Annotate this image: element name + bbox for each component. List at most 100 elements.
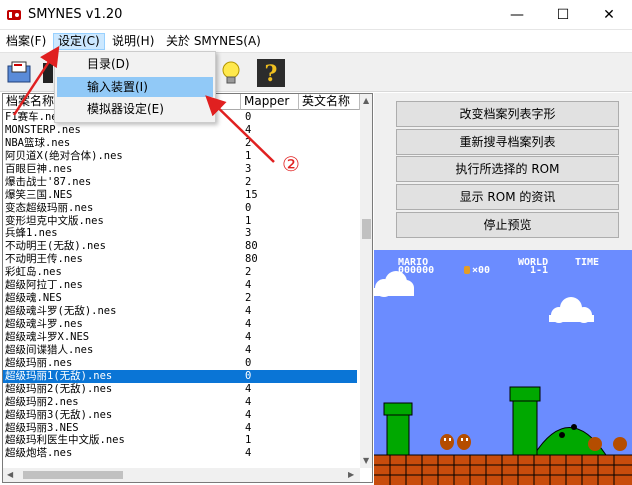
- column-header-mapper[interactable]: Mapper: [241, 94, 299, 110]
- rom-filename: 变形坦克中文版.nes: [5, 214, 104, 227]
- table-row[interactable]: 超级玛利医生中文版.nes 1: [3, 434, 357, 447]
- rom-filename: 超级间谍猎人.nes: [5, 343, 94, 356]
- table-row[interactable]: 百眼巨神.nes 3: [3, 163, 357, 176]
- table-row[interactable]: 超级炮塔.nes 4: [3, 447, 357, 460]
- table-row[interactable]: 兵蜂1.nes 3: [3, 227, 357, 240]
- table-row[interactable]: 超级玛丽1(无敌).nes 0: [3, 369, 357, 383]
- rom-mapper: 2: [245, 292, 252, 305]
- menu-settings[interactable]: 设定(C): [53, 33, 105, 50]
- table-row[interactable]: 爆击战士'87.nes 2: [3, 176, 357, 189]
- maximize-button[interactable]: ☐: [540, 0, 586, 30]
- rom-mapper: 0: [245, 201, 252, 214]
- rom-filename: 百眼巨神.nes: [5, 162, 73, 175]
- column-header-english-name[interactable]: 英文名称: [299, 94, 360, 110]
- vertical-scrollbar[interactable]: ▲ ▼: [360, 94, 372, 468]
- table-row[interactable]: 超级魂斗罗.nes 4: [3, 318, 357, 331]
- close-button[interactable]: ✕: [586, 0, 632, 30]
- rom-filename: 变态超级玛丽.nes: [5, 201, 94, 214]
- lightbulb-icon[interactable]: [216, 58, 246, 88]
- rom-filename: 超级魂斗罗X.NES: [5, 330, 90, 343]
- rom-mapper: 4: [245, 305, 252, 318]
- menu-bar: 档案(F) 设定(C) 说明(H) 关於 SMYNES(A): [0, 30, 632, 52]
- rom-mapper: 2: [245, 266, 252, 279]
- rom-mapper: 0: [245, 356, 252, 369]
- rom-mapper: 4: [245, 343, 252, 356]
- table-row[interactable]: NBA篮球.nes 2: [3, 137, 357, 150]
- rescan-list-button[interactable]: 重新搜寻档案列表: [396, 129, 619, 155]
- rom-filename: 超级魂斗罗.nes: [5, 318, 83, 330]
- rom-filename: 超级魂斗罗(无敌).nes: [5, 305, 117, 318]
- table-row[interactable]: 超级阿拉丁.nes 4: [3, 279, 357, 292]
- game-preview: MARIO 000000 ×00 WORLD 1-1 TIME: [374, 250, 632, 485]
- table-row[interactable]: 超级玛丽.nes 0: [3, 357, 357, 370]
- table-row[interactable]: 超级玛丽2.nes 4: [3, 396, 357, 409]
- rom-mapper: 1: [245, 434, 252, 447]
- scroll-down-arrow-icon[interactable]: ▼: [363, 456, 369, 465]
- rom-filename: 超级阿拉丁.nes: [5, 279, 83, 292]
- menu-item-directory[interactable]: 目录(D): [57, 54, 213, 74]
- rom-filename: 超级炮塔.nes: [5, 447, 73, 460]
- table-row[interactable]: 变形坦克中文版.nes 1: [3, 215, 357, 228]
- rom-mapper: 80: [245, 253, 258, 266]
- rom-list-panel: 档案名称 Mapper 英文名称 F1赛车.nes 0 MONSTERP.nes 4 N…: [2, 93, 373, 483]
- rom-filename: 爆击战士'87.nes: [5, 175, 92, 188]
- rom-filename: 兵蜂1.nes: [5, 227, 58, 240]
- table-row[interactable]: 不动明王(无敌).nes 80: [3, 240, 357, 253]
- rom-mapper: 4: [245, 330, 252, 343]
- rom-filename: 不动明王(无敌).nes: [5, 240, 106, 253]
- rom-mapper: 15: [245, 188, 258, 201]
- stop-preview-button[interactable]: 停止预览: [396, 212, 619, 238]
- table-row[interactable]: 超级魂斗罗X.NES 4: [3, 331, 357, 344]
- open-rom-icon[interactable]: [5, 58, 35, 88]
- table-row[interactable]: 超级玛丽3(无敌).nes 4: [3, 409, 357, 422]
- table-row[interactable]: 超级间谍猎人.nes 4: [3, 344, 357, 357]
- game-scene: [374, 271, 632, 485]
- menu-item-emulator-settings[interactable]: 模拟器设定(E): [57, 99, 213, 119]
- menu-help[interactable]: 说明(H): [108, 33, 158, 50]
- scroll-left-arrow-icon[interactable]: ◀: [7, 470, 13, 479]
- rom-mapper: 4: [245, 123, 252, 136]
- rom-mapper: 4: [245, 318, 252, 330]
- rom-mapper: 4: [245, 395, 252, 408]
- table-row[interactable]: 彩虹岛.nes 2: [3, 266, 357, 279]
- rom-filename: 超级玛丽.nes: [5, 356, 73, 369]
- rom-filename: 超级玛丽3(无敌).nes: [5, 408, 113, 421]
- scroll-up-arrow-icon[interactable]: ▲: [363, 96, 369, 105]
- table-row[interactable]: 超级魂斗罗(无敌).nes 4: [3, 305, 357, 318]
- vertical-scroll-thumb[interactable]: [362, 219, 371, 239]
- rom-mapper: 3: [245, 227, 252, 240]
- rom-mapper: 2: [245, 175, 252, 188]
- menu-file[interactable]: 档案(F): [2, 33, 50, 50]
- rom-filename: 超级玛丽3.NES: [5, 421, 79, 434]
- scroll-right-arrow-icon[interactable]: ▶: [348, 470, 354, 479]
- minimize-button[interactable]: —: [494, 0, 540, 30]
- rom-filename: 超级玛丽1(无敌).nes: [5, 369, 113, 382]
- horizontal-scroll-thumb[interactable]: [23, 471, 123, 479]
- rom-mapper: 3: [245, 162, 252, 175]
- table-row[interactable]: 爆笑三国.NES 15: [3, 189, 357, 202]
- show-rom-info-button[interactable]: 显示 ROM 的资讯: [396, 184, 619, 210]
- table-row[interactable]: 变态超级玛丽.nes 0: [3, 202, 357, 215]
- rom-filename: 超级玛丽2(无敌).nes: [5, 382, 113, 395]
- menu-item-input-device[interactable]: 输入装置(I): [57, 77, 213, 97]
- rom-mapper: 0: [245, 369, 252, 382]
- help-icon[interactable]: ?: [256, 58, 286, 88]
- rom-list-rows: F1赛车.nes 0 MONSTERP.nes 4 NBA篮球.nes 2 阿贝道X(绝对合…: [3, 111, 357, 460]
- title-bar: SMYNES v1.20 — ☐ ✕: [0, 0, 632, 30]
- table-row[interactable]: 超级魂.NES 2: [3, 292, 357, 305]
- svg-text:?: ?: [265, 61, 278, 87]
- table-row[interactable]: 超级玛丽2(无敌).nes 4: [3, 383, 357, 396]
- change-font-button[interactable]: 改变档案列表字形: [396, 101, 619, 127]
- app-icon: [7, 10, 21, 20]
- table-row[interactable]: 超级玛丽3.NES 4: [3, 422, 357, 435]
- rom-mapper: 0: [245, 111, 252, 123]
- rom-filename: MONSTERP.nes: [5, 123, 81, 136]
- menu-about[interactable]: 关於 SMYNES(A): [162, 33, 265, 50]
- rom-mapper: 4: [245, 382, 252, 395]
- table-row[interactable]: 阿贝道X(绝对合体).nes 1: [3, 150, 357, 163]
- table-row[interactable]: MONSTERP.nes 4: [3, 124, 357, 137]
- horizontal-scrollbar[interactable]: ◀ ▶: [3, 468, 360, 482]
- rom-mapper: 4: [245, 279, 252, 292]
- table-row[interactable]: 不动明王传.nes 80: [3, 253, 357, 266]
- run-rom-button[interactable]: 执行所选择的 ROM: [396, 156, 619, 182]
